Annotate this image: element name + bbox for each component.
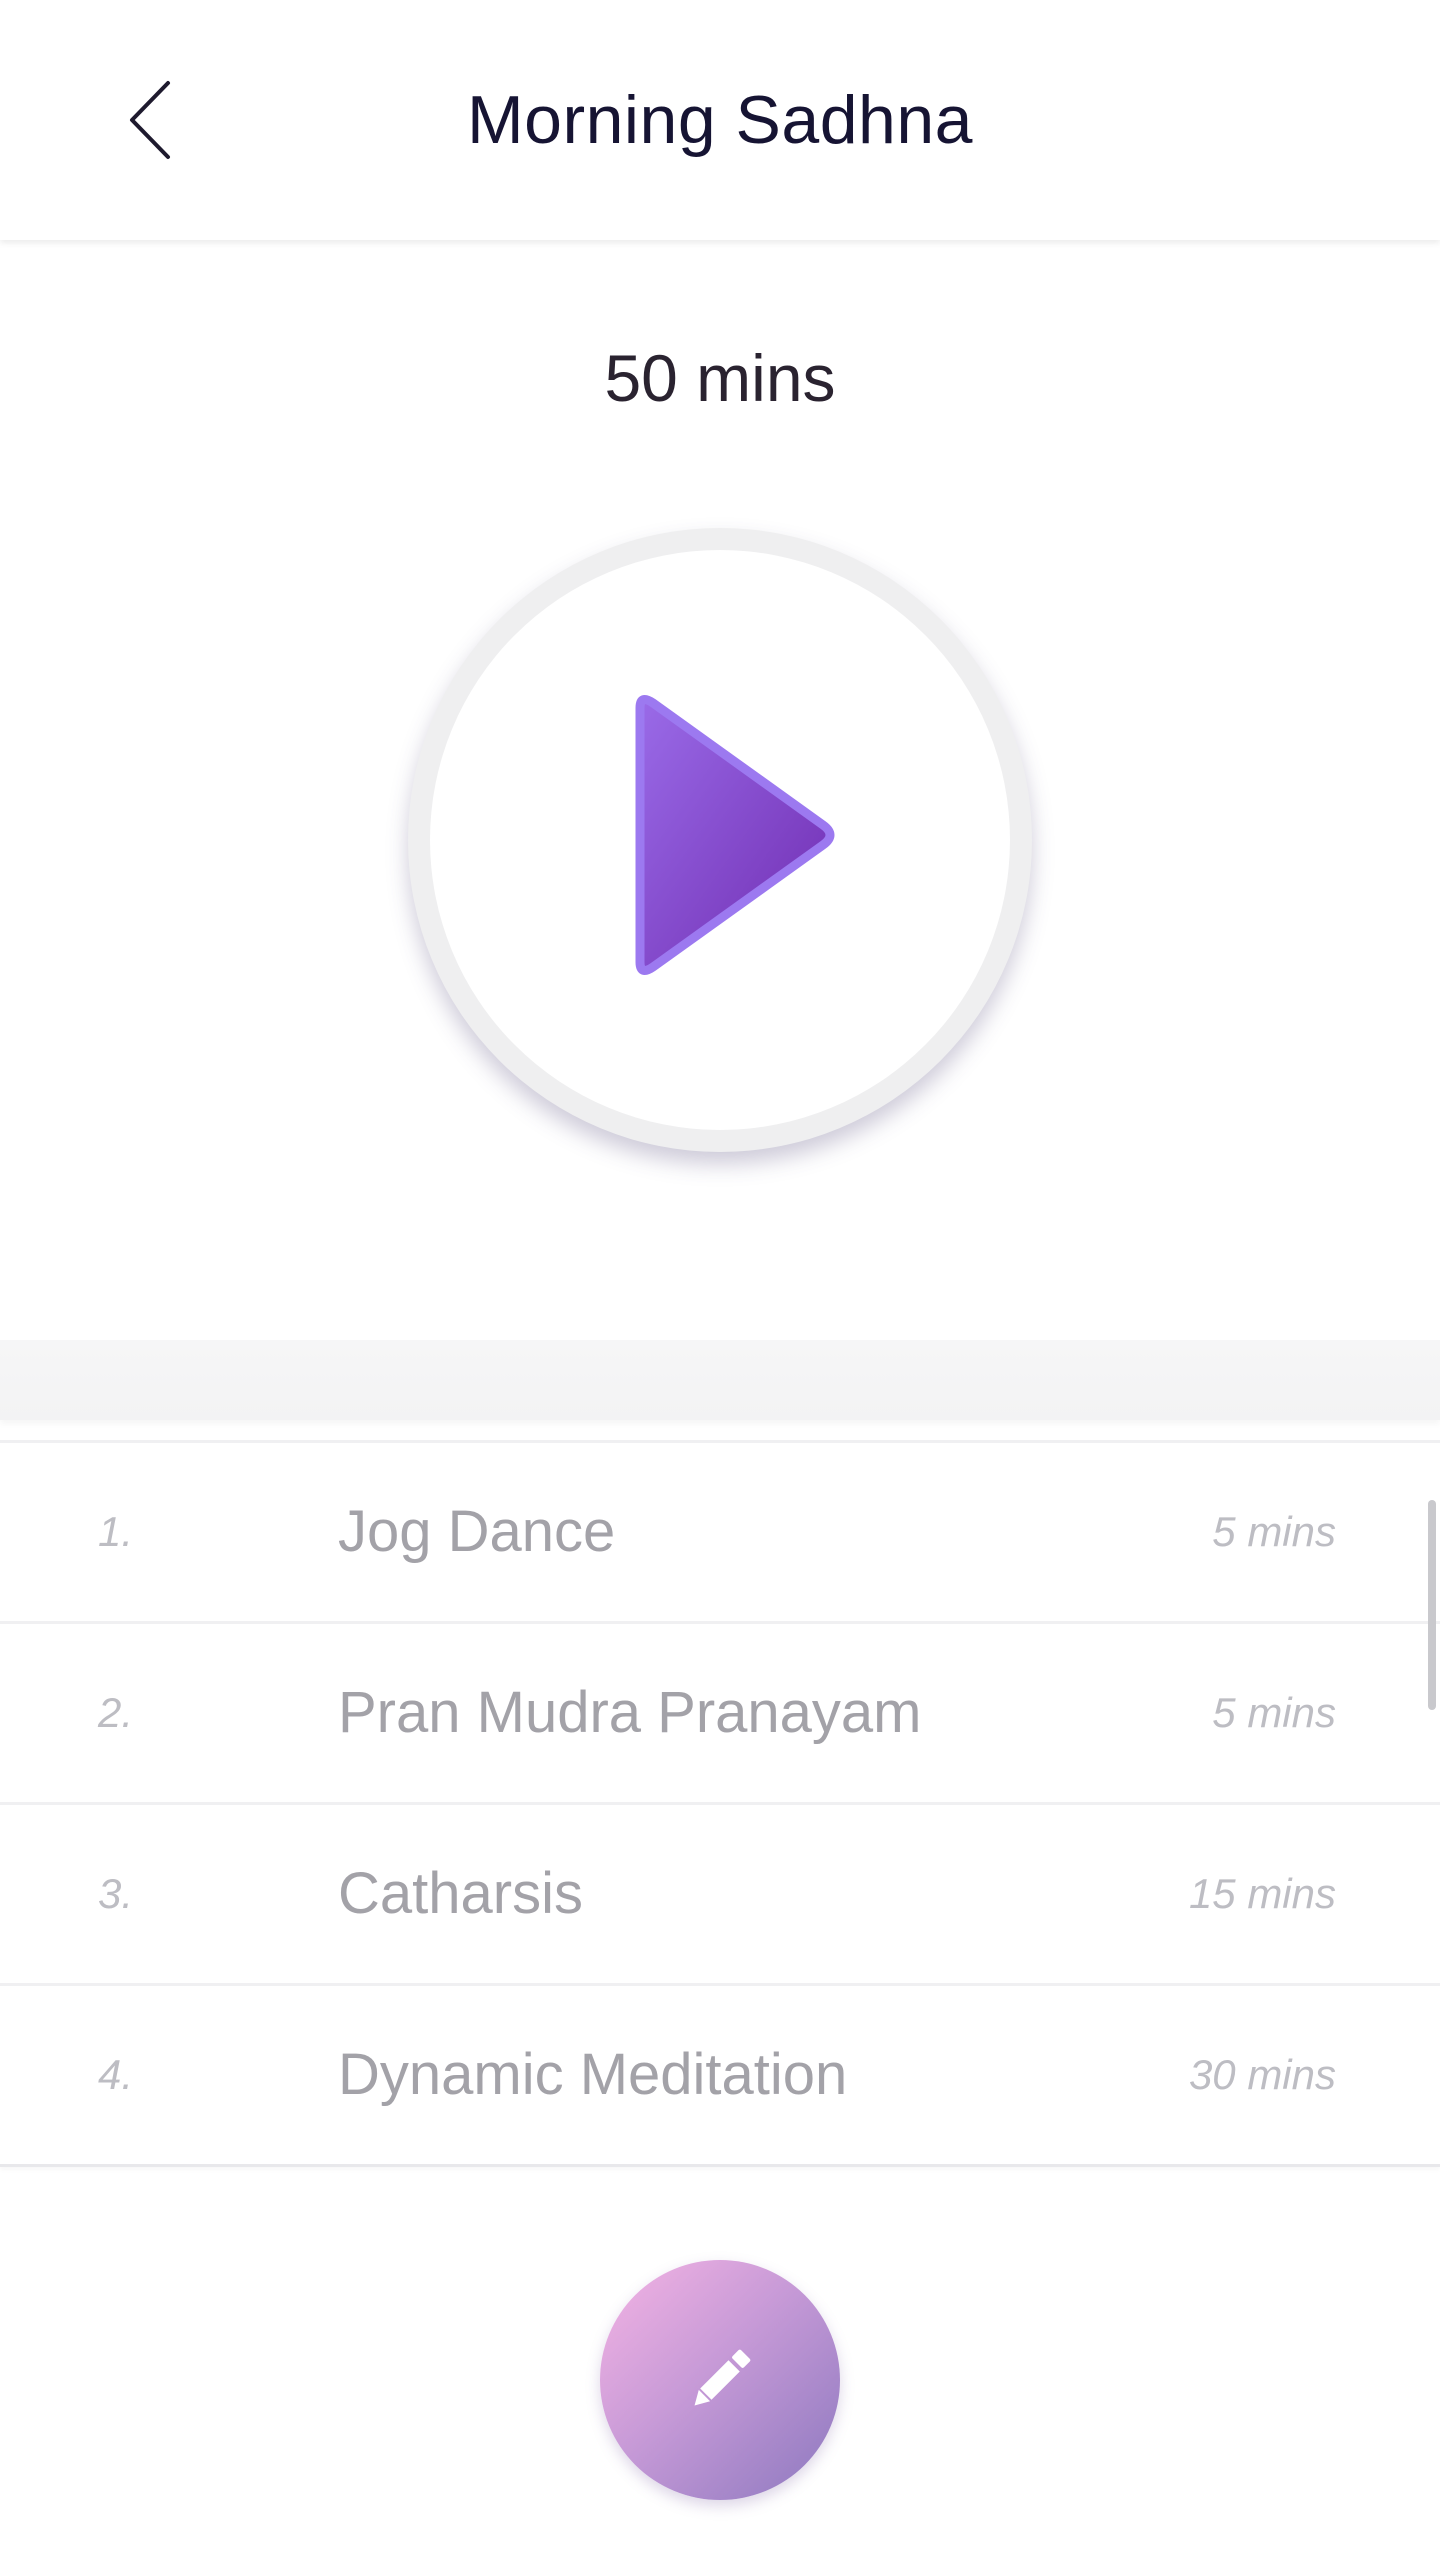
sequence-list: 1. Jog Dance 5 mins 2. Pran Mudra Pranay… xyxy=(0,1440,1440,2167)
back-button[interactable] xyxy=(100,70,200,170)
item-title: Pran Mudra Pranayam xyxy=(338,1680,922,1745)
item-index: 3. xyxy=(98,1870,134,1917)
play-icon xyxy=(635,695,835,975)
pencil-icon xyxy=(694,2349,751,2406)
item-index: 2. xyxy=(98,1689,134,1736)
item-title: Catharsis xyxy=(338,1861,583,1926)
top-bar: Morning Sadhna xyxy=(0,0,1440,240)
edit-button[interactable] xyxy=(600,2260,840,2500)
item-duration: 30 mins xyxy=(1188,2051,1336,2098)
item-duration: 5 mins xyxy=(1212,1689,1336,1736)
item-title: Jog Dance xyxy=(338,1499,616,1564)
scrollbar[interactable] xyxy=(1428,1500,1436,1710)
list-item[interactable]: 2. Pran Mudra Pranayam 5 mins xyxy=(0,1624,1440,1805)
item-index: 4. xyxy=(98,2051,134,2098)
list-item[interactable]: 3. Catharsis 15 mins xyxy=(0,1805,1440,1986)
play-button[interactable] xyxy=(408,528,1032,1152)
section-divider xyxy=(0,1340,1440,1420)
item-duration: 15 mins xyxy=(1188,1870,1336,1917)
item-index: 1. xyxy=(98,1508,134,1555)
page-title: Morning Sadhna xyxy=(466,82,973,158)
total-duration: 50 mins xyxy=(604,341,836,415)
item-duration: 5 mins xyxy=(1212,1508,1336,1555)
list-item[interactable]: 1. Jog Dance 5 mins xyxy=(0,1440,1440,1624)
list-item[interactable]: 4. Dynamic Meditation 30 mins xyxy=(0,1986,1440,2167)
app-screen: Morning Sadhna 50 mins 1. Jog Dance 5 mi… xyxy=(0,0,1440,2560)
chevron-left-icon xyxy=(130,81,170,159)
item-title: Dynamic Meditation xyxy=(338,2042,848,2107)
